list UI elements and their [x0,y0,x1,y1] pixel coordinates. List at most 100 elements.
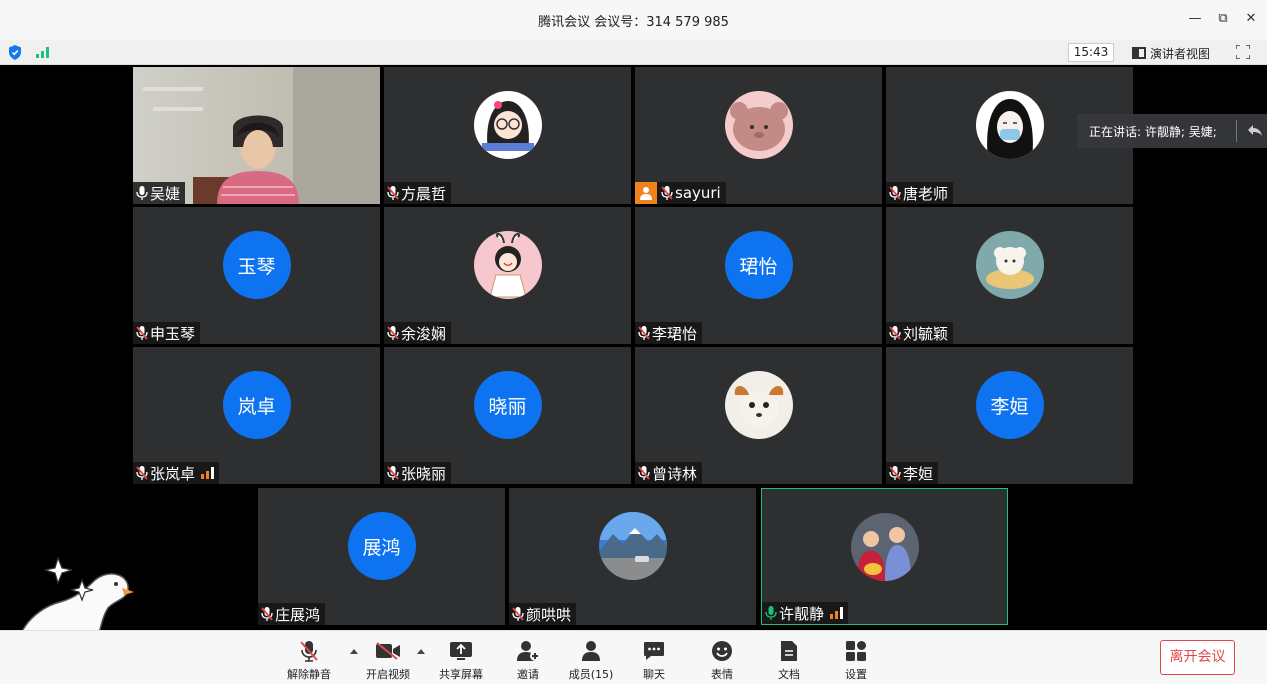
documents-label: 文档 [778,668,800,681]
unmute-button[interactable]: 解除静音 [281,639,337,682]
muted-mic-icon [387,186,399,200]
members-label: 成员(15) [568,668,614,681]
fullscreen-icon[interactable] [1236,45,1250,59]
participant-name: 李姮 [903,464,934,483]
meeting-toolbar: 解除静音 开启视频 共享屏幕 邀请 成员(15) 聊天 表情 文档 设置 离开会… [0,630,1267,684]
muted-mic-icon [387,466,399,480]
restore-button[interactable]: ⧉ [1214,10,1232,28]
participant-tile[interactable]: 曾诗林 [635,347,882,484]
muted-mic-icon [661,186,673,200]
participant-name: 吴婕 [150,184,181,203]
participant-name: 张晓丽 [401,464,447,483]
participant-tile[interactable]: 展鸿 庄展鸿 [258,488,505,625]
mountain-road-avatar [598,512,667,580]
participant-name: 申玉琴 [150,324,196,343]
members-button[interactable]: 成员(15) [563,639,619,682]
documents-button[interactable]: 文档 [761,639,817,682]
participant-name-tag: 申玉琴 [133,322,201,344]
share-screen-button[interactable]: 共享屏幕 [433,639,489,682]
start-video-label: 开启视频 [366,668,410,681]
chat-label: 聊天 [643,668,665,681]
participant-tile[interactable]: 颜哄哄 [509,488,756,625]
reactions-label: 表情 [711,668,733,681]
network-signal-icon[interactable] [36,46,50,58]
speaking-divider [1236,120,1237,142]
avatar: 李姮 [975,371,1044,439]
participant-tile[interactable]: 余浚娴 [384,207,631,344]
muted-mic-icon [300,641,318,662]
participant-name: 刘毓颖 [903,324,949,343]
participant-tile[interactable]: 晓丽张晓丽 [384,347,631,484]
muted-mic-icon [136,466,148,480]
avatar-initials: 珺怡 [739,255,778,278]
participant-name-tag: 庄展鸿 [258,603,326,625]
settings-grid-icon [846,641,866,661]
settings-button[interactable]: 设置 [828,639,884,682]
participant-name-tag: 李珺怡 [635,322,703,344]
participant-tile[interactable]: 岚卓 张岚卓 [133,347,380,484]
muted-mic-icon [136,326,148,340]
participant-tile[interactable]: 玉琴申玉琴 [133,207,380,344]
participant-name-tag: 张岚卓 [133,462,220,484]
leave-meeting-button[interactable]: 离开会议 [1160,640,1235,675]
participant-name-tag: sayuri [635,182,726,204]
video-off-icon [376,642,400,660]
muted-mic-icon [889,186,901,200]
participant-tile[interactable]: 许靓静 [761,488,1008,625]
microphone-icon [765,606,777,620]
participant-name: 余浚娴 [401,324,447,343]
avatar: 晓丽 [473,371,542,439]
security-shield-icon[interactable] [8,45,22,60]
participant-tile[interactable]: 李姮 李姮 [886,347,1133,484]
muted-mic-icon [889,326,901,340]
participant-name-tag: 颜哄哄 [509,603,577,625]
puppy-avatar [724,371,793,439]
minimize-button[interactable]: — [1186,10,1204,28]
meeting-clock: 15:43 [1068,43,1114,62]
host-user-icon [635,182,657,204]
participant-name: 许靓静 [779,604,825,623]
presenter-view-label: 演讲者视图 [1150,46,1211,61]
participant-name: sayuri [675,184,721,202]
muted-mic-icon [387,326,399,340]
document-icon [781,641,797,661]
muted-mic-icon [638,466,650,480]
participant-name-tag: 许靓静 [762,602,849,624]
participant-tile[interactable]: sayuri [635,67,882,204]
avatar: 玉琴 [222,231,291,299]
chat-icon [644,642,664,660]
invite-button[interactable]: 邀请 [500,639,556,682]
participant-tile[interactable]: 珺怡李珺怡 [635,207,882,344]
participant-tile[interactable]: 吴婕 [133,67,380,204]
participant-name-tag: 张晓丽 [384,462,452,484]
muted-mic-icon [261,607,273,621]
start-video-button[interactable]: 开启视频 [360,639,416,682]
participant-name-tag: 吴婕 [133,182,186,204]
participant-name-tag: 李姮 [886,462,939,484]
audio-level-icon [201,467,215,479]
share-screen-icon [450,642,472,660]
settings-label: 设置 [845,668,867,681]
participant-name-tag: 余浚娴 [384,322,452,344]
avatar-initials: 晓丽 [488,395,527,418]
collapse-arrow-icon[interactable] [1247,122,1263,138]
chat-button[interactable]: 聊天 [626,639,682,682]
family-photo-avatar [850,513,919,581]
emoji-icon [712,641,732,661]
girl-glasses-avatar [473,91,542,159]
participant-name: 张岚卓 [150,464,196,483]
participant-tile[interactable]: 刘毓颖 [886,207,1133,344]
participant-tile[interactable]: 方晨哲 [384,67,631,204]
reactions-button[interactable]: 表情 [694,639,750,682]
audio-level-icon [830,607,844,619]
speaking-text: 正在讲话: 许靓静; 吴婕; [1089,125,1217,139]
muted-mic-icon [889,466,901,480]
share-screen-label: 共享屏幕 [439,668,483,681]
participant-name: 曾诗林 [652,464,698,483]
participant-name: 庄展鸿 [275,605,321,624]
video-options-caret-icon[interactable] [416,647,426,655]
audio-options-caret-icon[interactable] [349,647,359,655]
avatar-initials: 李姮 [990,395,1029,418]
close-button[interactable]: ✕ [1242,10,1260,28]
presenter-view-button[interactable]: 演讲者视图 [1132,44,1210,62]
